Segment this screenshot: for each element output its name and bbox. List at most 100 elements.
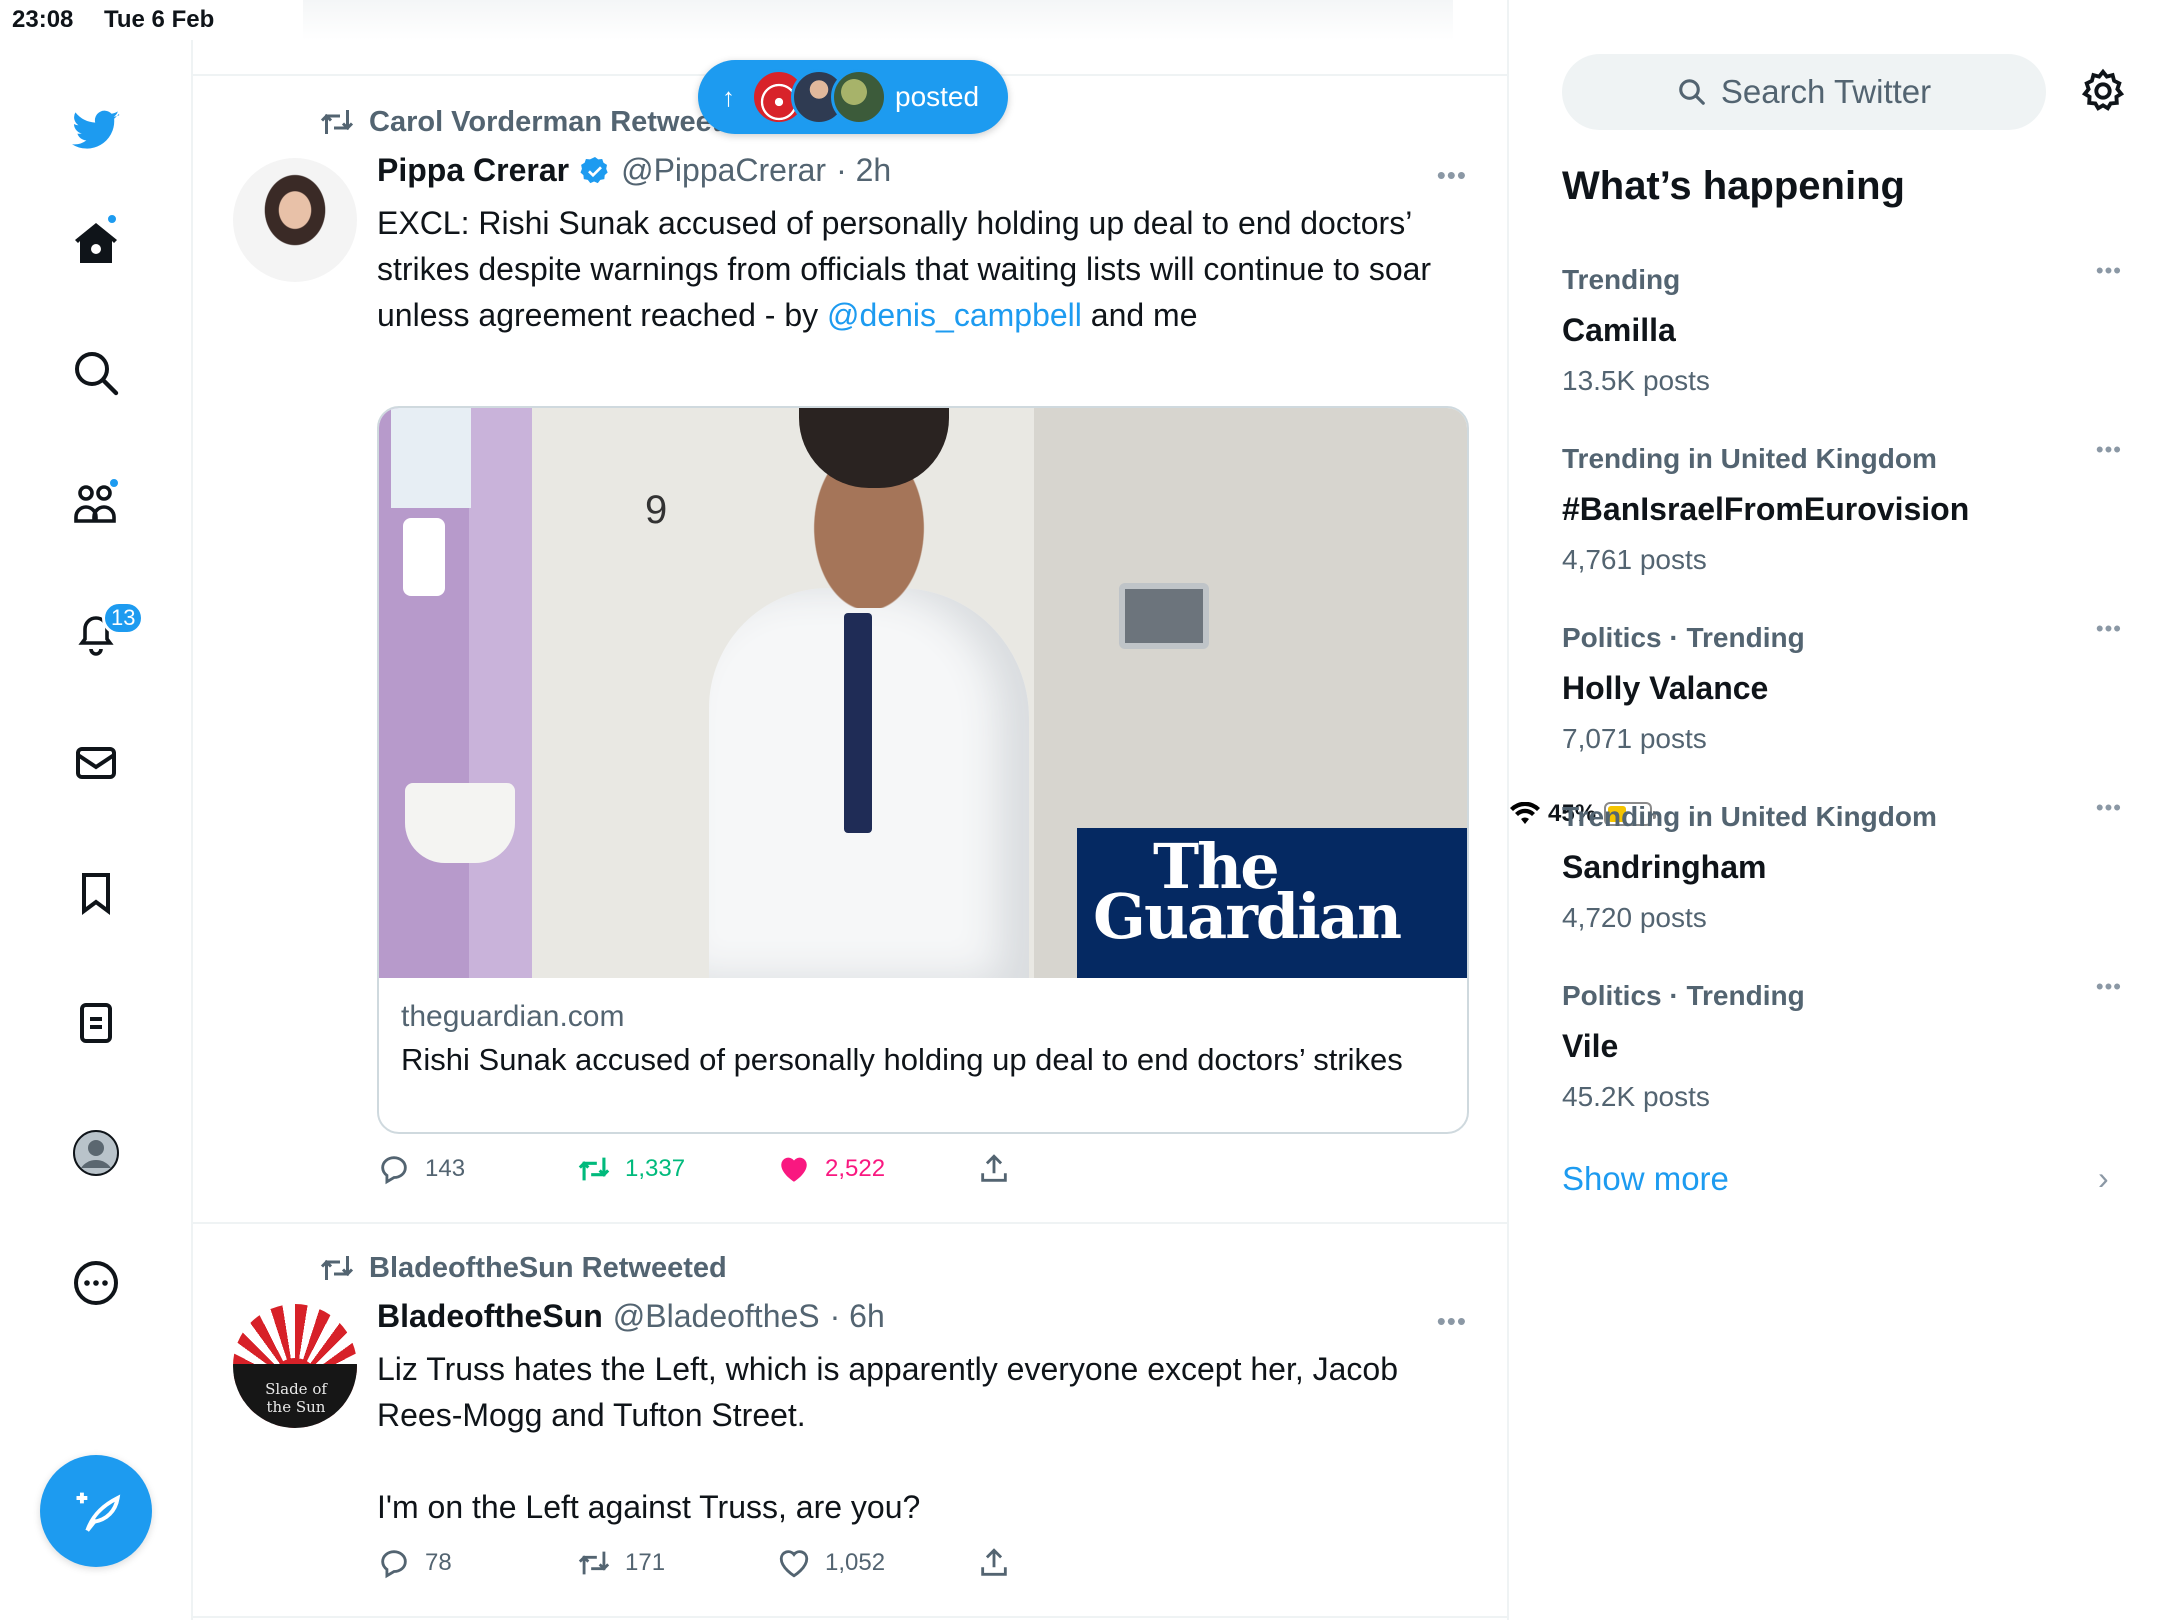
trend-item[interactable]: Politics · Trending Holly Valance 7,071 … bbox=[1562, 616, 2122, 772]
guardian-logo: The Guardian bbox=[1077, 828, 1467, 978]
guardian-logo-line2: Guardian bbox=[1093, 880, 1402, 953]
retweet-context: Carol Vorderman Retweeted bbox=[319, 104, 755, 140]
compose-button[interactable] bbox=[40, 1455, 152, 1567]
trend-topic: Vile bbox=[1562, 1028, 1619, 1064]
communities-dot bbox=[108, 477, 120, 489]
nav-notifications[interactable]: 13 bbox=[56, 593, 145, 673]
trend-item[interactable]: Trending in United Kingdom #BanIsraelFro… bbox=[1562, 437, 2122, 593]
author-name[interactable]: Pippa Crerar bbox=[377, 152, 569, 189]
more-circle-icon bbox=[74, 1261, 118, 1305]
compose-icon bbox=[76, 1492, 121, 1532]
lists-icon bbox=[80, 1003, 112, 1043]
reply-count: 78 bbox=[425, 1549, 452, 1576]
tweet-time[interactable]: · 6h bbox=[830, 1298, 885, 1335]
trend-more-icon[interactable]: ••• bbox=[2096, 437, 2122, 463]
avatar-logo-text: Slade of the Sun bbox=[265, 1380, 327, 1416]
reply-button[interactable]: 143 bbox=[377, 1152, 465, 1186]
trend-context: Politics · Trending bbox=[1562, 622, 1805, 653]
retweet-button[interactable]: 1,337 bbox=[577, 1152, 685, 1186]
like-count: 1,052 bbox=[825, 1549, 886, 1576]
author-handle[interactable]: @BladeoftheS bbox=[613, 1298, 820, 1335]
image-room-number: 9 bbox=[645, 488, 668, 532]
like-icon bbox=[781, 1157, 807, 1182]
reply-icon bbox=[381, 1550, 407, 1579]
chevron-right-icon[interactable]: › bbox=[2098, 1160, 2109, 1197]
retweet-icon bbox=[320, 1256, 354, 1280]
retweet-count: 1,337 bbox=[625, 1155, 686, 1182]
avatar[interactable]: Slade of the Sun bbox=[233, 1304, 357, 1428]
whats-happening-heading: What’s happening bbox=[1562, 164, 1905, 208]
nav-lists[interactable] bbox=[56, 983, 136, 1063]
trend-topic: #BanIsraelFromEurovision bbox=[1562, 491, 1970, 527]
image-dispenser bbox=[403, 518, 445, 596]
share-icon bbox=[981, 1154, 1007, 1182]
trend-topic: Sandringham bbox=[1562, 849, 1767, 885]
search-input[interactable]: Search Twitter bbox=[1562, 54, 2046, 130]
author-handle[interactable]: @PippaCrerar bbox=[621, 152, 826, 189]
nav-explore[interactable] bbox=[56, 333, 136, 413]
link-card[interactable]: 9 The Guardian theguardian.com Rishi Sun… bbox=[377, 406, 1469, 1134]
like-button[interactable]: 2,522 bbox=[777, 1152, 885, 1186]
pill-avatars bbox=[751, 69, 887, 125]
avatar[interactable] bbox=[233, 158, 357, 282]
share-button[interactable] bbox=[977, 1152, 1011, 1186]
share-button[interactable] bbox=[977, 1546, 1011, 1580]
search-icon bbox=[75, 352, 119, 396]
trend-item[interactable]: Trending in United Kingdom Sandringham 4… bbox=[1562, 795, 2122, 951]
mention-link[interactable]: @denis_campbell bbox=[827, 297, 1082, 333]
trend-topic: Holly Valance bbox=[1562, 670, 1769, 706]
home-icon bbox=[75, 223, 117, 263]
trend-more-icon[interactable]: ••• bbox=[2096, 616, 2122, 642]
trend-count: 13.5K posts bbox=[1562, 365, 1710, 396]
card-title: Rishi Sunak accused of personally holdin… bbox=[401, 1042, 1403, 1077]
image-monitor bbox=[1119, 583, 1209, 649]
trend-item[interactable]: Politics · Trending Vile 45.2K posts ••• bbox=[1562, 974, 2122, 1130]
tweet-text-part: and me bbox=[1081, 297, 1198, 333]
retweeted-by-label[interactable]: Carol Vorderman Retweeted bbox=[369, 106, 755, 139]
trend-more-icon[interactable]: ••• bbox=[2096, 795, 2122, 821]
status-time: 23:08 bbox=[12, 6, 74, 33]
trend-count: 4,720 posts bbox=[1562, 902, 1707, 933]
retweet-button[interactable]: 171 bbox=[577, 1546, 665, 1580]
nav-communities[interactable] bbox=[56, 463, 136, 543]
search-icon bbox=[1679, 79, 1705, 105]
gear-icon[interactable] bbox=[2080, 68, 2126, 114]
tweet-text: Liz Truss hates the Left, which is appar… bbox=[377, 1346, 1477, 1530]
nav-bookmarks[interactable] bbox=[56, 853, 136, 933]
new-posts-label: posted bbox=[895, 81, 980, 112]
twitter-bird-icon[interactable] bbox=[56, 90, 136, 170]
tweet-more-icon[interactable]: ••• bbox=[1437, 160, 1467, 191]
retweet-context: BladeoftheSun Retweeted bbox=[319, 1250, 727, 1286]
tweet-time[interactable]: · 2h bbox=[836, 152, 891, 189]
right-sidebar: Search Twitter What’s happening Trending… bbox=[1510, 0, 2160, 1620]
image-tie bbox=[844, 613, 872, 833]
pill-avatar bbox=[831, 69, 887, 125]
nav-messages[interactable] bbox=[56, 723, 136, 803]
reply-button[interactable]: 78 bbox=[377, 1546, 452, 1580]
like-button[interactable]: 1,052 bbox=[777, 1546, 885, 1580]
show-more-link[interactable]: Show more bbox=[1562, 1160, 1729, 1198]
tweet-text-line: I'm on the Left against Truss, are you? bbox=[377, 1489, 921, 1525]
trend-count: 4,761 posts bbox=[1562, 544, 1707, 575]
card-image: 9 The Guardian bbox=[379, 408, 1467, 978]
nav-profile[interactable] bbox=[56, 1113, 136, 1193]
retweeted-by-label[interactable]: BladeoftheSun Retweeted bbox=[369, 1252, 727, 1285]
trend-context: Politics · Trending bbox=[1562, 980, 1805, 1011]
nav-more[interactable] bbox=[56, 1243, 136, 1323]
tweet-header: BladeoftheSun @BladeoftheS · 6h bbox=[377, 1298, 885, 1335]
tweet-actions: 78 171 1,052 bbox=[377, 1546, 1377, 1586]
image-chart-panel bbox=[391, 408, 471, 508]
reply-count: 143 bbox=[425, 1155, 466, 1182]
trend-item[interactable]: Trending Camilla 13.5K posts ••• bbox=[1562, 258, 2122, 414]
author-name[interactable]: BladeoftheSun bbox=[377, 1298, 603, 1335]
trend-more-icon[interactable]: ••• bbox=[2096, 974, 2122, 1000]
tweet-divider bbox=[193, 1222, 1509, 1224]
bookmark-icon bbox=[82, 873, 110, 915]
tweet-more-icon[interactable]: ••• bbox=[1437, 1306, 1467, 1337]
new-posts-pill[interactable]: ↑ posted bbox=[698, 60, 1008, 134]
tweet-divider bbox=[193, 1616, 1509, 1618]
retweet-icon bbox=[578, 1551, 610, 1575]
left-nav: 13 bbox=[0, 40, 193, 1620]
trend-more-icon[interactable]: ••• bbox=[2096, 258, 2122, 284]
nav-home[interactable] bbox=[56, 203, 136, 283]
